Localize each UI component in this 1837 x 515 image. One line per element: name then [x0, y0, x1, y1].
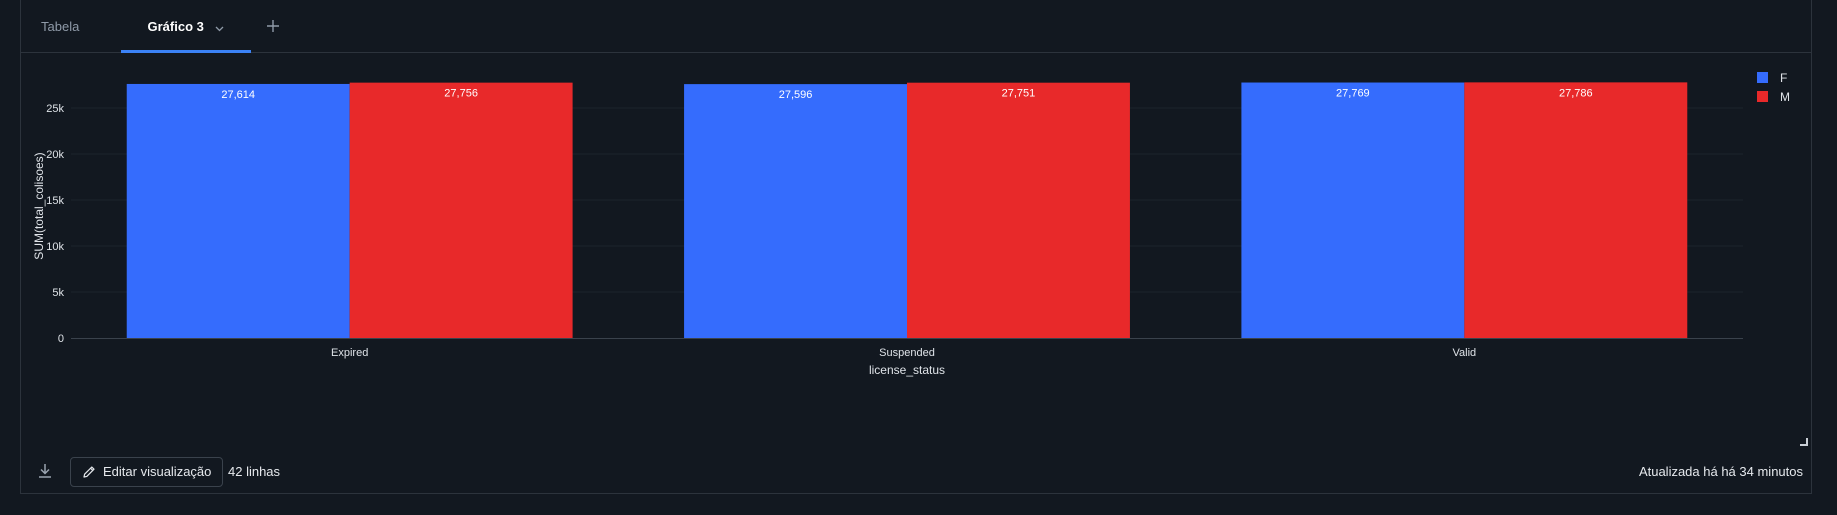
legend-swatch	[1757, 72, 1768, 83]
bar-f-valid	[1241, 82, 1465, 338]
bar-value-label: 27,769	[1336, 88, 1370, 100]
footer-bar: Editar visualização 42 linhas Atualizada…	[21, 455, 1811, 491]
chart-area: 0 5k 10k 15k 20k 25k 27,614 27,756 Expired 27,596…	[21, 52, 1811, 452]
bar-value-label: 27,614	[221, 89, 255, 101]
add-tab-button[interactable]	[261, 14, 285, 38]
bar-m-suspended	[907, 82, 1130, 338]
tab-bar: Tabela Gráfico 3	[21, 0, 1811, 53]
tab-grafico-3[interactable]: Gráfico 3	[121, 0, 251, 55]
x-tick-label: Expired	[331, 347, 368, 359]
legend-label: M	[1780, 90, 1790, 104]
y-tick-label: 0	[58, 333, 64, 345]
bar-value-label: 27,751	[1002, 88, 1036, 100]
chevron-down-icon[interactable]	[215, 1, 224, 55]
bar-chart: 0 5k 10k 15k 20k 25k 27,614 27,756 Expired 27,596…	[32, 82, 1743, 377]
bar-f-expired	[126, 83, 350, 338]
bar-value-label: 27,756	[444, 88, 478, 100]
plus-icon	[267, 20, 279, 32]
x-axis-title: license_status	[869, 363, 945, 377]
download-icon[interactable]	[35, 461, 55, 481]
y-tick-label: 15k	[46, 195, 64, 207]
tab-grafico-3-label: Gráfico 3	[147, 19, 204, 34]
bar-m-valid	[1464, 82, 1688, 338]
resize-handle-icon[interactable]	[1800, 438, 1808, 446]
x-tick-label: Valid	[1453, 347, 1477, 359]
edit-visualization-button[interactable]: Editar visualização	[70, 457, 224, 487]
bar-m-expired	[349, 82, 573, 338]
y-tick-label: 5k	[52, 287, 64, 299]
bar-value-label: 27,786	[1559, 87, 1593, 99]
tab-tabela-label: Tabela	[41, 19, 80, 34]
bar-f-suspended	[684, 84, 907, 339]
chart-legend: FM	[1757, 70, 1790, 108]
legend-item-f[interactable]: F	[1757, 70, 1790, 89]
bar-value-label: 27,596	[779, 89, 813, 101]
last-updated-text: Atualizada há há 34 minutos	[1638, 464, 1803, 479]
pencil-icon	[83, 466, 95, 478]
visualization-panel: Tabela Gráfico 3 0 5k 10k 15k 20k 25k 27,614 27…	[20, 0, 1812, 494]
x-tick-label: Suspended	[879, 347, 935, 359]
y-tick-label: 20k	[46, 149, 64, 161]
legend-item-m[interactable]: M	[1757, 89, 1790, 108]
row-count: 42 linhas	[228, 464, 281, 479]
legend-swatch	[1757, 91, 1768, 102]
legend-label: F	[1780, 71, 1788, 85]
y-tick-label: 10k	[46, 241, 64, 253]
y-axis-title: SUM(total_colisoes)	[32, 152, 46, 259]
edit-visualization-label: Editar visualização	[103, 464, 212, 479]
y-tick-label: 25k	[46, 103, 64, 115]
tab-tabela[interactable]: Tabela	[41, 0, 79, 52]
